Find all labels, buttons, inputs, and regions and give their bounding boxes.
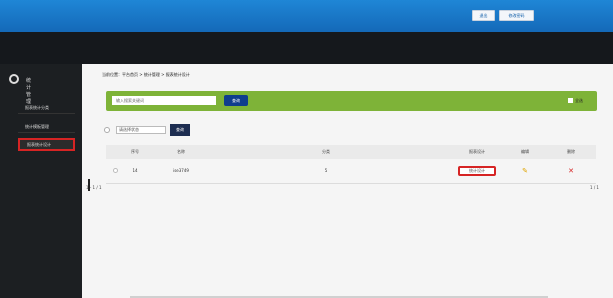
search-input[interactable]: 输入搜索关键词 [112,96,216,105]
row-design-cell: 统计设计 [450,159,504,184]
sidebar-item-report-design[interactable]: 报表统计设计 [18,138,75,151]
pagination-page: 1 / 1 [590,185,599,190]
change-password-button[interactable]: 修改密码 [499,10,534,21]
row-category: 5 [308,159,344,184]
row-edit-cell: ✎ [504,159,546,184]
breadcrumb: 当前位置：平台首页 > 统计管理 > 报表统计设计 [102,72,190,77]
table-header-delete: 删除 [546,145,596,159]
table-header-category: 分类 [308,145,344,159]
sidebar-item-report-category[interactable]: 报表统计分类 [18,101,75,114]
status-select[interactable]: 请选择状态 [116,126,166,134]
table-header-index: 序号 [124,145,146,159]
edit-icon[interactable]: ✎ [522,167,528,175]
row-spacer [216,159,308,184]
select-all-checkbox[interactable]: 全选 [568,98,588,104]
row-delete-cell: ✕ [546,159,596,184]
table-header-row: 序号 名称 分类 报表设计 编辑 删除 [106,145,596,159]
filter-button[interactable]: 查询 [170,124,190,136]
filter-bar: 请选择状态 查询 [104,124,254,136]
table-header-spacer-2 [344,145,450,159]
pagination-summary: 1 - 1 / 1 [86,185,102,190]
main-content: 当前位置：平台首页 > 统计管理 > 报表统计设计 输入搜索关键词 查询 全选 … [82,64,613,298]
table-row: 14 ise3749 5 统计设计 ✎ ✕ [106,159,596,184]
report-design-table: 序号 名称 分类 报表设计 编辑 删除 14 ise3749 5 统计设计 ✎ … [106,145,596,184]
delete-icon[interactable]: ✕ [568,167,574,175]
table-header-edit: 编辑 [504,145,546,159]
table-header-name: 名称 [146,145,216,159]
row-radio[interactable] [106,159,124,184]
search-button[interactable]: 查询 [224,95,248,106]
table-header-spacer [216,145,308,159]
sidebar-item-template-management[interactable]: 统计模板管理 [18,120,75,133]
logout-button[interactable]: 退出 [472,10,495,21]
report-design-button[interactable]: 统计设计 [458,165,496,176]
main-navigation: 超级 / ico(ico) 基础管理 系统参数管理 审核管理 统计管理 用户管理… [0,32,613,93]
row-name: ise3749 [146,159,216,184]
row-spacer-2 [344,159,450,184]
sidebar: 统计管理 报表统计分类 统计模板管理 报表统计设计 [0,64,82,298]
filter-radio[interactable] [104,127,110,133]
search-panel: 输入搜索关键词 查询 全选 [106,91,597,111]
row-index: 14 [124,159,146,184]
statistics-icon [9,74,19,84]
table-header-blank [106,145,124,159]
table-header-report-design: 报表设计 [450,145,504,159]
top-header: 退出 修改密码 [0,0,613,32]
